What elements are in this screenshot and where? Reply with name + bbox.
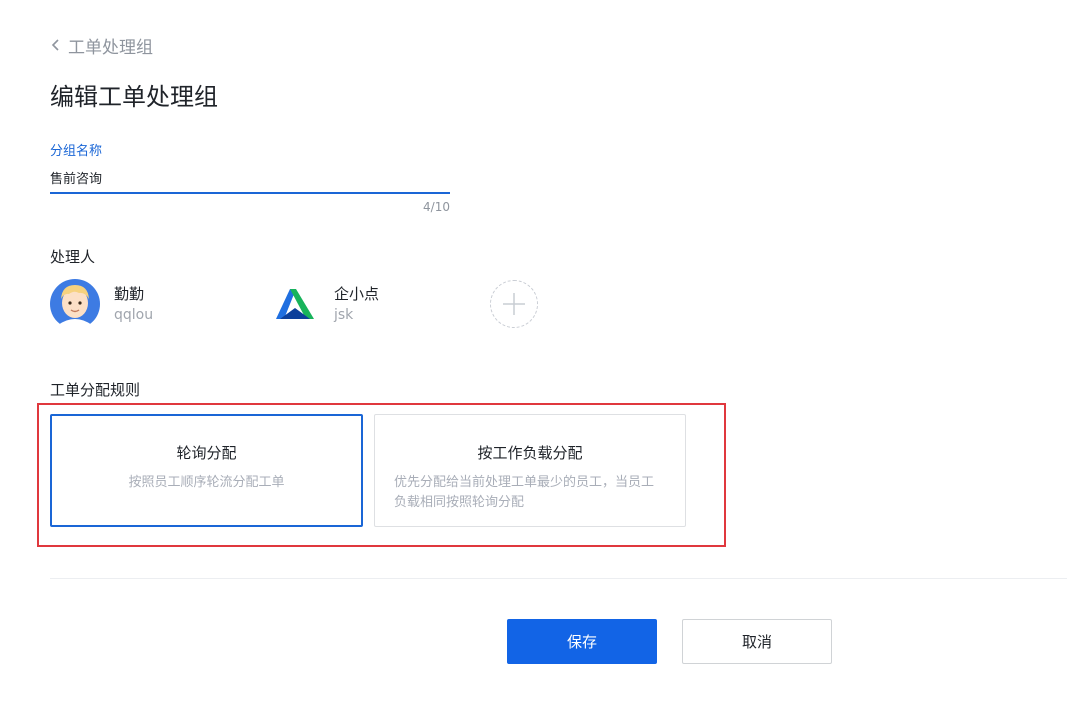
handlers-label: 处理人 [50, 248, 96, 266]
footer-divider [50, 578, 1067, 579]
handler-item[interactable]: 企小点 jsk [270, 278, 379, 330]
rules-label: 工单分配规则 [50, 381, 141, 399]
handler-id: qqlou [114, 306, 154, 323]
rule-option-description: 优先分配给当前处理工单最少的员工，当员工负载相同按照轮询分配 [394, 475, 655, 510]
group-name-char-count: 4/10 [423, 200, 450, 214]
rule-option-title: 按工作负载分配 [477, 444, 583, 462]
chevron-left-icon [51, 39, 59, 51]
handler-id: jsk [334, 306, 354, 323]
plus-icon [503, 293, 525, 315]
rule-option-title: 轮询分配 [176, 444, 237, 462]
page-title: 编辑工单处理组 [50, 83, 218, 111]
save-button[interactable]: 保存 [507, 619, 657, 664]
back-link[interactable]: 工单处理组 [48, 33, 153, 58]
add-handler-button[interactable] [490, 280, 538, 328]
avatar [50, 279, 100, 329]
rule-option-description: 按照员工顺序轮流分配工单 [128, 475, 285, 490]
rule-option-workload[interactable]: 按工作负载分配 优先分配给当前处理工单最少的员工，当员工负载相同按照轮询分配 [374, 414, 686, 527]
group-name-label: 分组名称 [50, 144, 103, 159]
back-link-label: 工单处理组 [68, 37, 153, 58]
group-name-input[interactable] [50, 166, 446, 188]
handler-name: 企小点 [334, 284, 380, 303]
handler-name: 勤勤 [114, 284, 145, 303]
group-name-underline [50, 192, 450, 194]
cancel-button[interactable]: 取消 [682, 619, 832, 664]
company-logo-icon [276, 289, 314, 319]
rule-option-round-robin[interactable]: 轮询分配 按照员工顺序轮流分配工单 [50, 414, 363, 527]
handler-item[interactable]: 勤勤 qqlou [50, 278, 153, 330]
